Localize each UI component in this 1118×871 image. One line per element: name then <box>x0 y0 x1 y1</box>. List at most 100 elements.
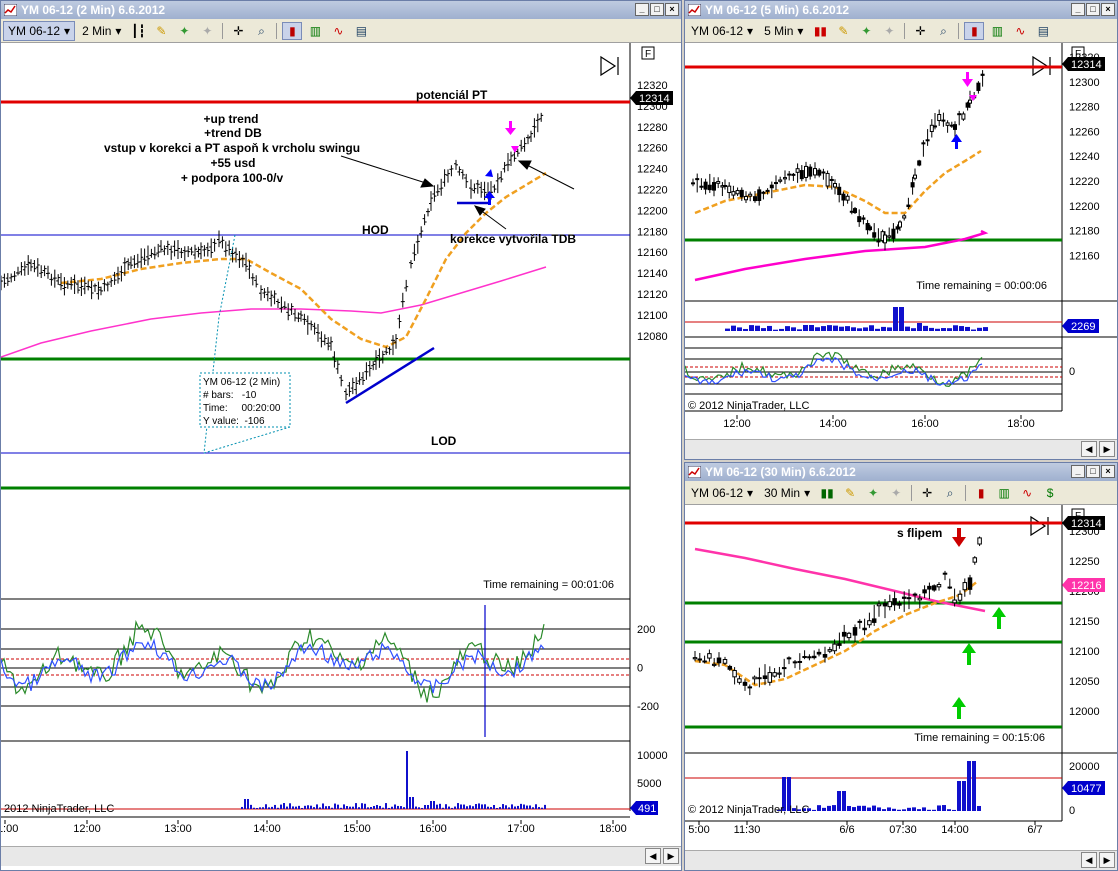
volume-bar <box>929 327 934 331</box>
properties-icon[interactable]: ▤ <box>351 22 371 40</box>
bar-style-icon[interactable]: ┃┇ <box>128 22 148 40</box>
properties-icon[interactable]: $ <box>1040 484 1060 502</box>
chevron-down-icon: ▾ <box>64 23 71 38</box>
pin-disabled-icon[interactable]: ✦ <box>879 22 899 40</box>
candlestick-icon[interactable]: ▮▮ <box>817 484 837 502</box>
candle-body <box>967 577 973 590</box>
crosshair-icon[interactable]: ✛ <box>910 22 930 40</box>
pin-disabled-icon[interactable]: ✦ <box>886 484 906 502</box>
instrument-selector[interactable]: YM 06-12 ▾ <box>3 20 76 41</box>
zoom-icon[interactable]: ⌕ <box>933 22 953 40</box>
axis-tick-label: 12100 <box>637 310 668 322</box>
line-chart-icon[interactable]: ∿ <box>1010 22 1030 40</box>
drawing-pencil-icon[interactable]: ✎ <box>833 22 853 40</box>
volume-bar <box>436 804 438 809</box>
price-chart-2min[interactable]: F YM 06-12 (2 Min) # bars: -10 Time: 00:… <box>1 43 681 851</box>
window-titlebar-5min[interactable]: YM 06-12 (5 Min) 6.6.2012 _ □ × <box>685 1 1117 19</box>
chart-window-5min[interactable]: YM 06-12 (5 Min) 6.6.2012 _ □ × YM 06-12… <box>684 0 1118 460</box>
candle-body <box>936 584 942 588</box>
volume-bar <box>454 806 456 809</box>
axis-tick-label: 12180 <box>637 226 668 238</box>
pin-icon[interactable]: ✦ <box>863 484 883 502</box>
scroll-right-button[interactable]: ▶ <box>663 848 679 864</box>
volume-bar <box>277 807 279 809</box>
candle-body <box>852 627 858 636</box>
candle-body <box>947 586 953 589</box>
candle-body <box>732 670 737 678</box>
maximize-button[interactable]: □ <box>1086 465 1100 478</box>
scroll-right-button[interactable]: ▶ <box>1099 852 1115 868</box>
note-line-4: +55 usd <box>210 156 255 170</box>
pin-disabled-icon[interactable]: ✦ <box>197 22 217 40</box>
scroll-right-button[interactable]: ▶ <box>1099 441 1115 457</box>
instrument-selector[interactable]: YM 06-12 ▾ <box>687 22 757 40</box>
indicators-icon[interactable]: ▥ <box>994 484 1014 502</box>
candle-body <box>821 171 826 174</box>
volume-bar <box>526 805 528 809</box>
volume-bar <box>346 806 348 809</box>
volume-bar <box>779 328 784 331</box>
candle-body <box>829 178 834 181</box>
horizontal-scrollbar[interactable]: ◀ ▶ <box>685 850 1117 870</box>
candle-body <box>957 593 963 601</box>
crosshair-icon[interactable]: ✛ <box>917 484 937 502</box>
horizontal-scrollbar[interactable]: ◀ ▶ <box>1 846 681 866</box>
volume-bar <box>340 807 342 809</box>
candle-body <box>845 195 850 201</box>
maximize-button[interactable]: □ <box>1086 3 1100 16</box>
interval-selector[interactable]: 2 Min ▾ <box>78 22 125 40</box>
drawing-pencil-icon[interactable]: ✎ <box>840 484 860 502</box>
candlestick-icon[interactable]: ▮▮ <box>810 22 830 40</box>
maximize-button[interactable]: □ <box>650 3 664 16</box>
volume-bar <box>358 807 360 809</box>
candle-body <box>961 113 966 120</box>
candle-body <box>887 601 893 608</box>
minimize-button[interactable]: _ <box>635 3 649 16</box>
interval-selector[interactable]: 30 Min ▾ <box>760 484 814 502</box>
strategies-icon[interactable]: ▮ <box>964 21 985 40</box>
scroll-left-button[interactable]: ◀ <box>1081 852 1097 868</box>
chevron-down-icon: ▾ <box>747 23 754 38</box>
horizontal-scrollbar[interactable]: ◀ ▶ <box>685 439 1117 459</box>
close-button[interactable]: × <box>1101 465 1115 478</box>
window-titlebar-30min[interactable]: YM 06-12 (30 Min) 6.6.2012 _ □ × <box>685 463 1117 481</box>
close-button[interactable]: × <box>1101 3 1115 16</box>
axis-tick-label: 12260 <box>1069 126 1100 138</box>
volume-bar <box>247 799 249 809</box>
strategies-icon[interactable]: ▮ <box>971 484 991 502</box>
price-chart-30min[interactable]: F s flipem Time remaining = 00:15:06 123… <box>685 505 1117 850</box>
candle-body <box>692 657 698 660</box>
candle-body <box>876 603 882 607</box>
indicators-icon[interactable]: ▥ <box>987 22 1007 40</box>
properties-icon[interactable]: ▤ <box>1033 22 1053 40</box>
axis-tick-label: 12150 <box>1069 616 1100 628</box>
chart-window-30min[interactable]: YM 06-12 (30 Min) 6.6.2012 _ □ × YM 06-1… <box>684 462 1118 871</box>
strategies-icon[interactable]: ▮ <box>282 21 303 40</box>
indicators-icon[interactable]: ▥ <box>305 22 325 40</box>
scroll-left-button[interactable]: ◀ <box>645 848 661 864</box>
zoom-icon[interactable]: ⌕ <box>940 484 960 502</box>
chart-window-2min[interactable]: YM 06-12 (2 Min) 6.6.2012 _ □ × YM 06-12… <box>0 0 682 871</box>
ruler-bars: # bars: -10 <box>203 390 257 401</box>
pin-icon[interactable]: ✦ <box>856 22 876 40</box>
axis-tick-label: 12200 <box>637 205 668 217</box>
zoom-icon[interactable]: ⌕ <box>251 22 271 40</box>
scroll-left-button[interactable]: ◀ <box>1081 441 1097 457</box>
interval-selector[interactable]: 5 Min ▾ <box>760 22 807 40</box>
candle-body <box>891 228 896 239</box>
line-chart-icon[interactable]: ∿ <box>328 22 348 40</box>
candle-body <box>753 196 757 202</box>
close-button[interactable]: × <box>665 3 679 16</box>
price-chart-5min[interactable]: F Time remaining = 00:00:06 123201230012… <box>685 43 1117 439</box>
crosshair-icon[interactable]: ✛ <box>228 22 248 40</box>
pin-icon[interactable]: ✦ <box>174 22 194 40</box>
line-chart-icon[interactable]: ∿ <box>1017 484 1037 502</box>
volume-bar <box>932 809 936 811</box>
volume-bar <box>847 805 851 811</box>
instrument-selector[interactable]: YM 06-12 ▾ <box>687 484 757 502</box>
minimize-button[interactable]: _ <box>1071 465 1085 478</box>
last-price-tag: 12314 <box>1062 516 1105 530</box>
drawing-pencil-icon[interactable]: ✎ <box>151 22 171 40</box>
window-titlebar-2min[interactable]: YM 06-12 (2 Min) 6.6.2012 _ □ × <box>1 1 681 19</box>
minimize-button[interactable]: _ <box>1071 3 1085 16</box>
